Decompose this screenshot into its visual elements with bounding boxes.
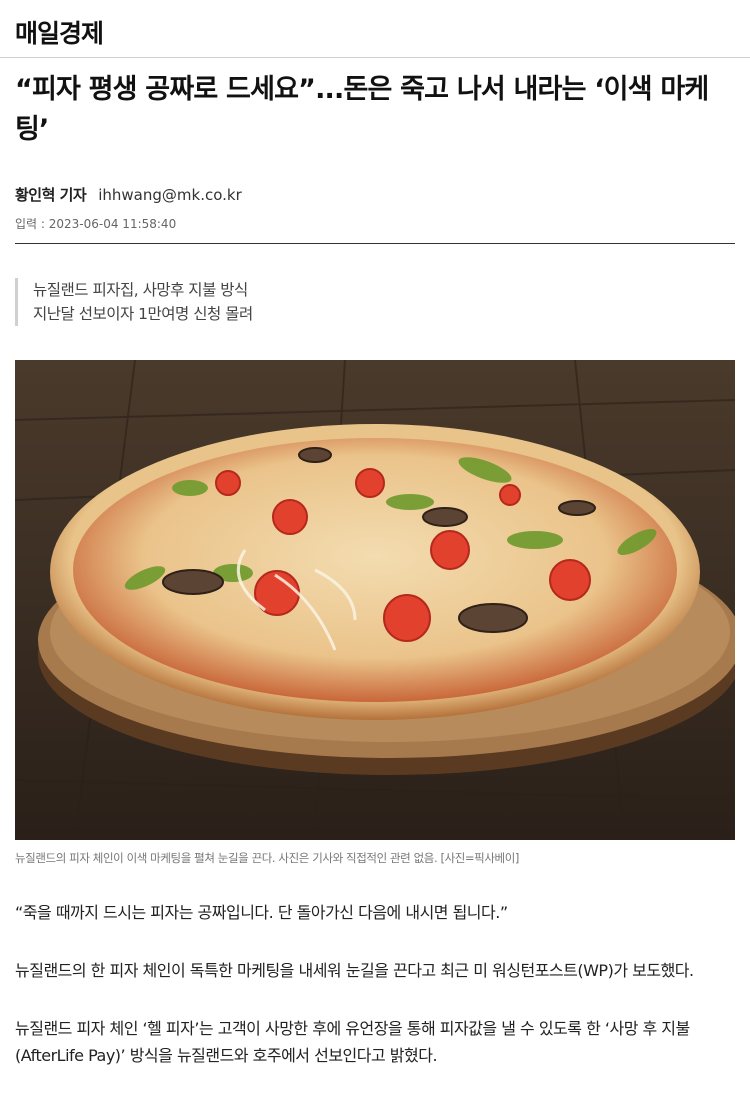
article-subheads: 뉴질랜드 피자집, 사망후 지불 방식 지난달 선보이자 1만여명 신청 몰려 xyxy=(15,278,735,326)
article: “피자 평생 공짜로 드세요”...돈은 죽고 나서 내라는 ‘이색 마케팅’ … xyxy=(0,70,750,1069)
publish-date: 입력 : 2023-06-04 11:58:40 xyxy=(15,217,177,231)
byline: 황인혁 기자 ihhwang@mk.co.kr xyxy=(15,184,735,205)
article-headline: “피자 평생 공짜로 드세요”...돈은 죽고 나서 내라는 ‘이색 마케팅’ xyxy=(15,74,709,145)
article-paragraph: 뉴질랜드의 한 피자 체인이 독특한 마케팅을 내세워 눈길을 끈다고 최근 미… xyxy=(15,961,694,980)
article-photo[interactable] xyxy=(15,360,735,840)
reporter-name[interactable]: 황인혁 기자 xyxy=(15,184,87,205)
pizza-photo-illustration xyxy=(15,360,735,840)
subhead-line: 지난달 선보이자 1만여명 신청 몰려 xyxy=(33,305,253,323)
masthead: 매일경제 xyxy=(0,0,750,58)
article-paragraph: 뉴질랜드 피자 체인 ‘헬 피자’는 고객이 사망한 후에 유언장을 통해 피자… xyxy=(15,1019,690,1065)
header-divider xyxy=(15,243,735,244)
photo-caption: 뉴질랜드의 피자 체인이 이색 마케팅을 펼쳐 눈길을 끈다. 사진은 기사와 … xyxy=(15,851,519,865)
reporter-email[interactable]: ihhwang@mk.co.kr xyxy=(98,186,242,204)
newspaper-logo[interactable]: 매일경제 xyxy=(15,19,104,48)
subhead-line: 뉴질랜드 피자집, 사망후 지불 방식 xyxy=(33,281,248,299)
article-paragraph: “죽을 때까지 드시는 피자는 공짜입니다. 단 돌아가신 다음에 내시면 됩니… xyxy=(15,903,508,922)
